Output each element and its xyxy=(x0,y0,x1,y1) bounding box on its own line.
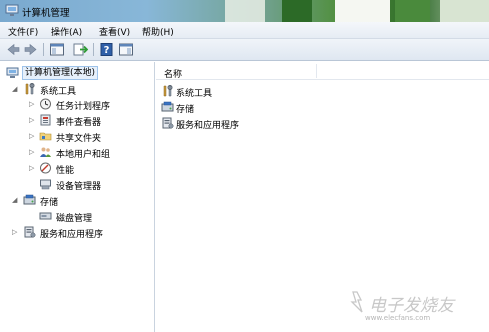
column-header-name[interactable]: 名称 xyxy=(156,62,489,80)
column-divider[interactable] xyxy=(316,64,317,78)
computer-management-icon xyxy=(6,67,19,78)
tree-item-label: 设备管理器 xyxy=(56,182,102,192)
expand-arrow-icon[interactable]: ▷ xyxy=(29,132,37,140)
list-item-label: 服务和应用程序 xyxy=(176,121,240,131)
watermark-text: 电子发烧友 xyxy=(369,296,454,316)
list-item-label: 存储 xyxy=(176,105,195,115)
title-bar: 计算机管理 xyxy=(0,0,489,22)
list-item-label: 系统工具 xyxy=(176,89,213,99)
event-viewer-icon xyxy=(40,114,51,126)
expand-arrow-icon[interactable]: ▷ xyxy=(29,164,37,172)
export-list-icon[interactable] xyxy=(72,42,88,57)
users-icon xyxy=(40,147,51,157)
action-pane-icon[interactable] xyxy=(118,42,134,57)
watermark-logo-icon xyxy=(350,291,363,313)
tree-item-label: 性能 xyxy=(56,166,75,176)
toolbar-separator xyxy=(43,43,44,56)
services-icon xyxy=(162,117,174,129)
tree-item-label: 系统工具 xyxy=(40,87,77,97)
device-manager-icon xyxy=(40,179,51,190)
toolbar-separator xyxy=(93,43,94,56)
toolbar: ? xyxy=(0,39,489,61)
expand-arrow-icon[interactable]: ▷ xyxy=(29,100,37,108)
services-icon xyxy=(24,226,36,238)
title-bar-background xyxy=(395,0,430,22)
svg-text:?: ? xyxy=(104,45,110,56)
tree-item-label: 计算机管理(本地) xyxy=(22,66,99,80)
tree-item-label: 任务计划程序 xyxy=(56,102,111,112)
menu-file[interactable]: 文件(F) xyxy=(8,25,38,38)
storage-icon xyxy=(23,194,36,205)
expand-arrow-icon[interactable]: ▷ xyxy=(29,148,37,156)
expand-arrow-icon[interactable]: ▷ xyxy=(29,116,37,124)
title-bar-background xyxy=(440,0,489,22)
column-header-label: 名称 xyxy=(164,70,183,80)
computer-management-icon xyxy=(5,4,19,16)
forward-icon[interactable] xyxy=(23,42,39,57)
tools-icon xyxy=(163,85,173,97)
collapse-arrow-icon[interactable]: ◢ xyxy=(12,196,20,204)
clock-icon xyxy=(40,98,51,110)
menu-help[interactable]: 帮助(H) xyxy=(142,25,174,38)
navigation-tree: 计算机管理(本地) ◢ 系统工具 ▷ 任务计划程序 ▷ 事件查看器 ▷ 共享文件… xyxy=(0,62,155,332)
watermark: 电子发烧友 www.elecfans.com xyxy=(347,289,479,327)
collapse-arrow-icon[interactable]: ◢ xyxy=(12,85,20,93)
performance-icon xyxy=(40,162,51,174)
show-hide-tree-icon[interactable] xyxy=(49,42,65,57)
help-icon[interactable]: ? xyxy=(99,42,115,57)
expand-arrow-icon[interactable]: ▷ xyxy=(12,228,20,236)
tree-item-label: 磁盘管理 xyxy=(56,214,93,224)
storage-icon xyxy=(161,101,174,112)
tree-item-label: 本地用户和组 xyxy=(56,150,111,160)
tree-item-label: 共享文件夹 xyxy=(56,134,102,144)
title-bar-background xyxy=(282,0,312,22)
tree-item-label: 事件查看器 xyxy=(56,118,102,128)
menu-action[interactable]: 操作(A) xyxy=(51,25,82,38)
menu-view[interactable]: 查看(V) xyxy=(99,25,130,38)
tree-item-label: 存储 xyxy=(40,198,59,208)
disk-management-icon xyxy=(39,212,52,220)
back-icon[interactable] xyxy=(5,42,21,57)
menu-bar: 文件(F) 操作(A) 查看(V) 帮助(H) xyxy=(0,22,489,39)
tools-icon xyxy=(25,83,35,95)
window-title: 计算机管理 xyxy=(22,8,70,19)
title-bar-background xyxy=(335,0,390,22)
title-bar-background xyxy=(225,0,265,22)
tree-item-label: 服务和应用程序 xyxy=(40,230,104,240)
watermark-url: www.elecfans.com xyxy=(365,314,431,322)
shared-folder-icon xyxy=(39,132,52,141)
